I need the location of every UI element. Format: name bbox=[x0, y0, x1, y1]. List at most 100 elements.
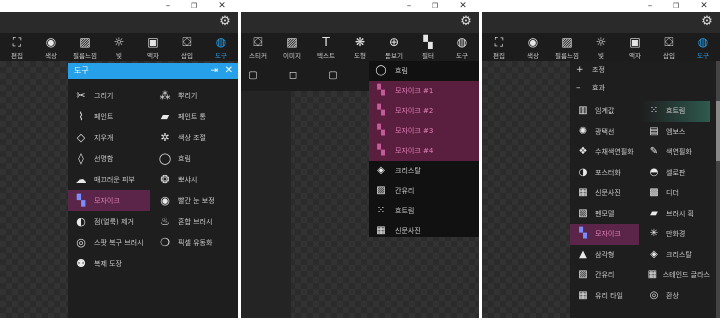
menu-item-stained-glass[interactable]: ▦ 스테인드 글라스 bbox=[641, 265, 710, 286]
close-button[interactable]: ✕ bbox=[212, 0, 232, 12]
toolbar-button-label: 빛 bbox=[598, 51, 604, 60]
toolbar-button-filter[interactable]: ▚ 필터 bbox=[411, 33, 445, 61]
menu-row: ✂ 그리기 ⁂ 뿌리기 bbox=[68, 85, 238, 106]
pin-icon[interactable]: ⇥ bbox=[210, 63, 218, 79]
menu-item-color-adjust[interactable]: ✲ 색상 조절 bbox=[152, 127, 234, 148]
filter-item-mosaic[interactable]: ▚ 모자이크 #1 bbox=[369, 81, 479, 101]
brush-icon: ⌇ bbox=[78, 109, 84, 123]
menu-item-illusion[interactable]: ◎ 환상 bbox=[641, 286, 710, 307]
toolbar-button-magnifier[interactable]: ⊕ 돋보기 bbox=[377, 33, 411, 61]
toolbar-button-palette[interactable]: ◍ 도구 bbox=[445, 33, 479, 61]
filter-item-scatter[interactable]: ⁙ 흐트림 bbox=[369, 201, 479, 221]
toolbar-button-crop[interactable]: ⛶ 편집 bbox=[482, 33, 516, 61]
menu-item-label: 복제 도장 bbox=[94, 259, 122, 268]
menu-item-poster[interactable]: ◑ 포스터화 bbox=[570, 163, 639, 184]
menu-item-eye[interactable]: ◉ 빨간 눈 보정 bbox=[152, 190, 234, 211]
toolbar-button-sticker[interactable]: ⛋ 삽입 bbox=[170, 33, 204, 61]
maximize-button[interactable]: ❐ bbox=[666, 0, 686, 12]
toolbar-button-color-circle[interactable]: ◉ 색상 bbox=[516, 33, 550, 61]
toolbar-button-sun[interactable]: ☼ 빛 bbox=[584, 33, 618, 61]
menu-item-emboss[interactable]: ▤ 엠보스 bbox=[641, 122, 710, 143]
expand-icon: + bbox=[576, 65, 584, 75]
menu-item-mixer-brush[interactable]: ♨ 혼합 브러시 bbox=[152, 211, 234, 232]
filter-item-newspaper[interactable]: ▦ 신문사진 bbox=[369, 221, 479, 241]
toolbar-button-sticker[interactable]: ⛋ 스티커 bbox=[241, 33, 275, 61]
menu-item-glow[interactable]: ✺ 광택선 bbox=[570, 122, 639, 143]
menu-item-scissors[interactable]: ✂ 그리기 bbox=[68, 85, 150, 106]
filter-item-mosaic[interactable]: ▚ 모자이크 #4 bbox=[369, 141, 479, 161]
minimize-button[interactable]: – bbox=[640, 0, 660, 12]
menu-item-paint-bucket-pro[interactable]: ▰ 페인트 통 bbox=[152, 106, 234, 127]
toolbar-button-image[interactable]: ▨ 이미지 bbox=[275, 33, 309, 61]
toolbar-button-sticker[interactable]: ⛋ 삽입 bbox=[652, 33, 686, 61]
shape-option-icon[interactable]: ▢ bbox=[327, 70, 339, 82]
menu-item-kaleidoscope[interactable]: ✳ 만화경 bbox=[641, 224, 710, 245]
menu-item-skin[interactable]: ☁ 매끄러운 피부 bbox=[68, 169, 150, 190]
toolbar-button-photo-edit[interactable]: ▨ 필름느낌 bbox=[550, 33, 584, 61]
filter-item-drop[interactable]: ◯ 흐림 bbox=[369, 61, 479, 81]
menu-item-crystal[interactable]: ◈ 크리스탈 bbox=[641, 245, 710, 266]
menu-item-drop[interactable]: ◯ 흐림 bbox=[152, 148, 234, 169]
menu-item-brush[interactable]: ⌇ 페인트 bbox=[68, 106, 150, 127]
section-adjust[interactable]: + 조정 bbox=[570, 61, 720, 79]
toolbar-button-photo-edit[interactable]: ▨ 필름느낌 bbox=[68, 33, 102, 61]
menu-item-threshold[interactable]: ▥ 임계값 bbox=[570, 101, 639, 122]
menu-item-label: 크리스탈 bbox=[666, 250, 692, 259]
close-button[interactable]: ✕ bbox=[694, 0, 714, 12]
menu-item-mosaic[interactable]: ▚ 모자이크 bbox=[570, 224, 639, 245]
toolbar-button-crop[interactable]: ⛶ 편집 bbox=[0, 33, 34, 61]
gear-icon[interactable]: ⚙ bbox=[459, 15, 473, 29]
glass-icon: ▨ bbox=[578, 269, 588, 281]
menu-item-triangle[interactable]: ▲ 삼각형 bbox=[570, 245, 639, 266]
menu-item-pen-sketch[interactable]: ▧ 펜모델 bbox=[570, 204, 639, 225]
menu-item-eraser[interactable]: ◇ 지우개 bbox=[68, 127, 150, 148]
menu-item-stamp[interactable]: ◎ 스팟 복구 브러시 bbox=[68, 232, 150, 253]
toolbar-button-sun[interactable]: ☼ 빛 bbox=[102, 33, 136, 61]
toolbar-button-text[interactable]: T 텍스트 bbox=[309, 33, 343, 61]
toolbar-button-frame[interactable]: ▣ 액자 bbox=[136, 33, 170, 61]
close-button[interactable]: ✕ bbox=[453, 0, 473, 12]
gear-icon[interactable]: ⚙ bbox=[218, 15, 232, 29]
menu-item-glass-tile[interactable]: ▦ 유리 타일 bbox=[570, 286, 639, 307]
maximize-button[interactable]: ❐ bbox=[184, 0, 204, 12]
filter-item-mosaic[interactable]: ▚ 모자이크 #3 bbox=[369, 121, 479, 141]
triangle-icon: ▲ bbox=[579, 248, 587, 260]
minimize-button[interactable]: – bbox=[399, 0, 419, 12]
shape-option-icon[interactable]: ◻ bbox=[287, 70, 299, 82]
menu-item-pixel-liquify[interactable]: ❍ 픽셀 유동화 bbox=[152, 232, 234, 253]
menu-item-tint[interactable]: ❂ 뽀샤시 bbox=[152, 169, 234, 190]
filter-item-glass[interactable]: ▨ 간유리 bbox=[369, 181, 479, 201]
menu-item-glass[interactable]: ▨ 간유리 bbox=[570, 265, 639, 286]
gear-icon[interactable]: ⚙ bbox=[700, 15, 714, 29]
menu-item-lasso[interactable]: ◊ 선명함 bbox=[68, 148, 150, 169]
toolbar-button-label: 도구 bbox=[215, 51, 227, 60]
close-icon[interactable]: ✕ bbox=[225, 63, 233, 79]
menu-item-spray[interactable]: ⁂ 뿌리기 bbox=[152, 85, 234, 106]
toolbar-button-palette[interactable]: ◍ 도구 bbox=[204, 33, 238, 61]
scrollbar[interactable] bbox=[716, 61, 720, 318]
menu-item-brush-stroke[interactable]: ▰ 브러시 획 bbox=[641, 204, 710, 225]
section-effects[interactable]: – 효과 bbox=[570, 79, 720, 97]
menu-item-scatter[interactable]: ⁙ 흐트림 bbox=[641, 101, 710, 122]
filter-item-crystal[interactable]: ◈ 크리스탈 bbox=[369, 161, 479, 181]
menu-item-newspaper[interactable]: ▦ 신문사진 bbox=[570, 183, 639, 204]
toolbar-button-label: 액자 bbox=[629, 51, 641, 60]
toolbar-button-color-circle[interactable]: ◉ 색상 bbox=[34, 33, 68, 61]
clone-stamp-pro-icon: ⚉ bbox=[76, 256, 86, 270]
menu-item-dither[interactable]: ▩ 디더 bbox=[641, 183, 710, 204]
toolbar-button-label: 색상 bbox=[527, 51, 539, 60]
menu-item-pencil-color[interactable]: ✎ 색연필화 bbox=[641, 142, 710, 163]
shape-option-icon[interactable]: ▢ bbox=[247, 70, 259, 82]
menu-item-spot-remove[interactable]: ◐ 점(얼룩) 제거 bbox=[68, 211, 150, 232]
menu-item-mosaic[interactable]: ▚ 모자이크 bbox=[68, 190, 150, 211]
maximize-button[interactable]: ❐ bbox=[425, 0, 445, 12]
scrollbar-thumb[interactable] bbox=[716, 101, 720, 161]
toolbar-button-shapes[interactable]: ❋ 도형 bbox=[343, 33, 377, 61]
menu-item-cellophane[interactable]: ◓ 셀로판 bbox=[641, 163, 710, 184]
minimize-button[interactable]: – bbox=[158, 0, 178, 12]
toolbar-button-palette[interactable]: ◍ 도구 bbox=[686, 33, 720, 61]
menu-item-watercolor[interactable]: ❖ 수채색연필화 bbox=[570, 142, 639, 163]
toolbar-button-frame[interactable]: ▣ 액자 bbox=[618, 33, 652, 61]
menu-item-clone-stamp-pro[interactable]: ⚉ 복제 도장 bbox=[68, 253, 150, 274]
filter-item-mosaic[interactable]: ▚ 모자이크 #2 bbox=[369, 101, 479, 121]
